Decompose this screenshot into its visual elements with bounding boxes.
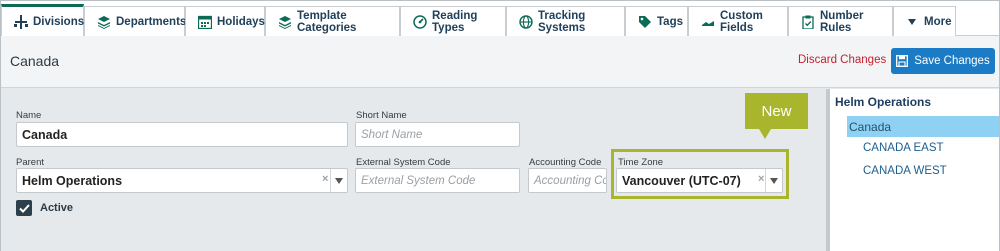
tab-label: Divisions bbox=[33, 16, 85, 28]
tab-divisions[interactable]: Divisions bbox=[1, 4, 84, 37]
tab-number-rules[interactable]: Number Rules bbox=[788, 6, 893, 36]
tree-item[interactable]: CANADA WEST bbox=[863, 165, 947, 177]
callout-pointer bbox=[759, 129, 771, 139]
new-feature-highlight bbox=[611, 149, 789, 199]
tab-label: Tracking Systems bbox=[538, 9, 586, 34]
active-label: Active bbox=[40, 202, 74, 214]
new-callout: New bbox=[745, 93, 808, 129]
layers-icon bbox=[278, 15, 292, 29]
tab-bar: Divisions Departments Holidays Template … bbox=[1, 1, 999, 37]
tab-label: More bbox=[924, 15, 952, 28]
division-form: Name Canada Short Name Short Name Parent… bbox=[1, 89, 826, 251]
clipboard-icon bbox=[801, 15, 815, 29]
tree-root-item[interactable]: Helm Operations bbox=[835, 95, 931, 109]
parent-label: Parent bbox=[16, 157, 44, 168]
calendar-icon bbox=[198, 15, 212, 29]
tab-label: Number Rules bbox=[820, 9, 864, 34]
tab-more[interactable]: More bbox=[893, 6, 956, 36]
save-changes-label: Save Changes bbox=[914, 55, 990, 67]
page-title: Canada bbox=[10, 53, 60, 69]
tab-label: Tags bbox=[657, 15, 683, 28]
tab-tags[interactable]: Tags bbox=[625, 6, 688, 36]
tab-label: Departments bbox=[116, 15, 187, 28]
hierarchy-icon bbox=[14, 15, 28, 29]
gauge-icon bbox=[413, 14, 427, 29]
accounting-code-input[interactable]: Accounting Co bbox=[528, 168, 607, 193]
save-changes-button[interactable]: Save Changes bbox=[891, 48, 995, 74]
chevron-down-icon[interactable] bbox=[330, 169, 347, 192]
short-name-label: Short Name bbox=[356, 110, 407, 121]
parent-select[interactable]: Helm Operations × bbox=[16, 168, 348, 193]
tab-label: Holidays bbox=[217, 15, 265, 28]
accounting-code-label: Accounting Code bbox=[529, 157, 602, 168]
tab-tracking-systems[interactable]: Tracking Systems bbox=[506, 6, 625, 36]
page-header: Canada Discard Changes Save Changes bbox=[1, 36, 999, 88]
discard-changes-link[interactable]: Discard Changes bbox=[798, 54, 886, 66]
layers-icon bbox=[97, 15, 111, 29]
active-checkbox[interactable] bbox=[16, 200, 32, 216]
tree-item[interactable]: CANADA EAST bbox=[863, 142, 944, 154]
globe-icon bbox=[519, 14, 533, 29]
tab-custom-fields[interactable]: Custom Fields bbox=[688, 6, 788, 36]
tab-template-categories[interactable]: Template Categories bbox=[265, 6, 400, 36]
name-input[interactable]: Canada bbox=[16, 122, 348, 147]
caret-down-icon bbox=[908, 15, 916, 29]
parent-clear-icon[interactable]: × bbox=[322, 173, 328, 185]
tab-label: Template Categories bbox=[297, 9, 357, 34]
tab-label: Custom Fields bbox=[720, 9, 763, 34]
parent-value: Helm Operations bbox=[22, 173, 123, 188]
external-code-input[interactable]: External System Code bbox=[355, 168, 520, 193]
app-window: Divisions Departments Holidays Template … bbox=[0, 0, 1000, 251]
short-name-input[interactable]: Short Name bbox=[355, 122, 520, 147]
name-label: Name bbox=[16, 110, 42, 121]
tab-label: Reading Types bbox=[432, 9, 478, 34]
checkmark-icon bbox=[18, 203, 30, 213]
external-code-label: External System Code bbox=[356, 157, 451, 168]
tab-departments[interactable]: Departments bbox=[84, 6, 187, 36]
tree-item-selected[interactable]: Canada bbox=[847, 116, 999, 137]
tag-icon bbox=[638, 15, 652, 29]
save-icon bbox=[896, 55, 909, 67]
division-tree: Helm Operations Canada CANADA EAST CANAD… bbox=[830, 89, 999, 251]
tab-reading-types[interactable]: Reading Types bbox=[400, 6, 506, 36]
custom-fields-icon bbox=[701, 15, 715, 29]
tab-holidays[interactable]: Holidays bbox=[185, 6, 265, 36]
